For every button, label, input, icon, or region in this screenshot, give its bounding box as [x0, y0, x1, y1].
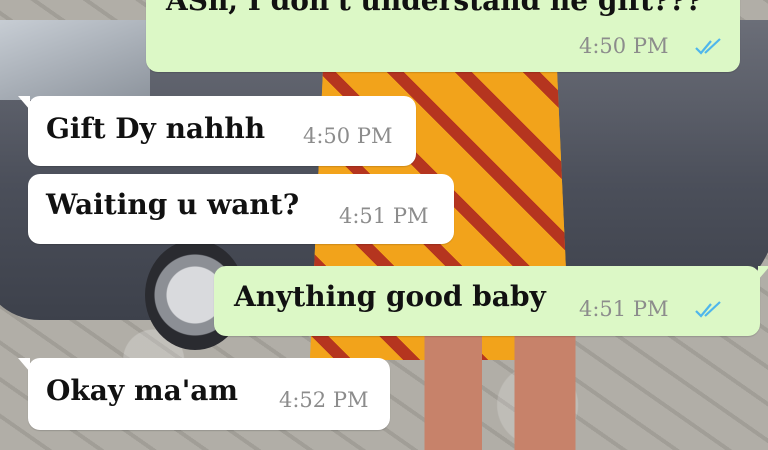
- message-bubble-incoming[interactable]: Gift Dy nahhh 4:50 PM: [18, 96, 416, 166]
- car-window: [0, 20, 150, 100]
- message-time: 4:52 PM: [279, 388, 369, 412]
- double-check-icon: [695, 38, 721, 55]
- message-bubble-outgoing[interactable]: ASh, I don't understand ne gift??? 4:50 …: [146, 0, 740, 72]
- message-bubble-incoming[interactable]: Okay ma'am 4:52 PM: [18, 358, 390, 430]
- message-text: Okay ma'am: [46, 374, 239, 407]
- message-text: ASh, I don't understand ne gift???: [166, 0, 703, 17]
- bubble-tail: [18, 358, 30, 372]
- legs: [410, 330, 590, 450]
- message-time: 4:51 PM: [579, 297, 669, 321]
- bubble-tail: [758, 266, 768, 280]
- message-bubble-incoming[interactable]: Waiting u want? 4:51 PM: [28, 174, 454, 244]
- bubble-tail: [18, 96, 30, 110]
- double-check-icon: [695, 301, 721, 318]
- message-time: 4:50 PM: [303, 124, 393, 148]
- message-text: Waiting u want?: [46, 188, 300, 221]
- message-time: 4:50 PM: [579, 34, 669, 58]
- message-time: 4:51 PM: [339, 204, 429, 228]
- message-text: Gift Dy nahhh: [46, 112, 266, 145]
- message-text: Anything good baby: [234, 280, 546, 313]
- message-bubble-outgoing[interactable]: Anything good baby 4:51 PM: [214, 266, 768, 336]
